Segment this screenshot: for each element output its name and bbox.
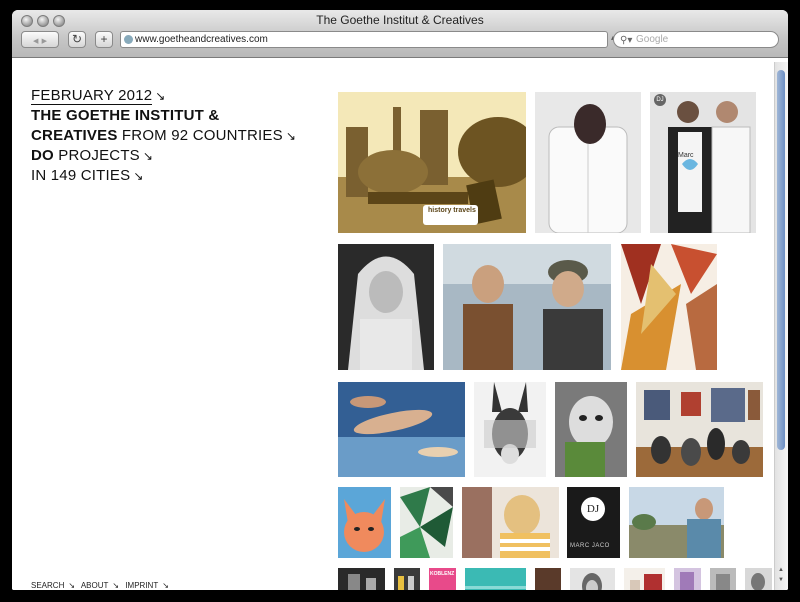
dj-book-logo: DJ — [581, 497, 605, 521]
dj-logo: DJ — [654, 94, 666, 106]
imprint-link[interactable]: IMPRINT — [125, 581, 162, 590]
date-link[interactable]: FEBRUARY 2012 ↘ — [31, 87, 166, 105]
reload-icon: ↻ — [71, 32, 83, 46]
address-bar[interactable]: www.goetheandcreatives.com — [120, 31, 608, 48]
projects-link[interactable]: PROJECTS ↘ — [58, 147, 153, 164]
tile-thumb-6[interactable] — [570, 568, 615, 590]
browser-window: The Goethe Institut & Creatives ◀ ▶ ↻ + … — [12, 10, 788, 590]
thumb-9-image — [710, 568, 736, 590]
back-arrow-icon[interactable]: ◀ — [33, 34, 38, 49]
tile-gallery-photo[interactable] — [636, 382, 763, 477]
headline: FEBRUARY 2012 ↘ THE GOETHE INSTITUT & CRE… — [31, 86, 296, 186]
donkey-photo — [474, 382, 546, 477]
dj-book-caption: MARC JACO — [570, 543, 610, 549]
geometric-artwork — [400, 487, 453, 558]
tile-children-photo[interactable] — [443, 244, 611, 370]
arrow-icon: ↘ — [112, 581, 120, 590]
tile-thumb-7[interactable] — [624, 568, 665, 590]
tile-thumb-10[interactable] — [745, 568, 772, 590]
field-photo — [629, 487, 724, 558]
thumb-10-image — [745, 568, 772, 590]
window-title: The Goethe Institut & Creatives — [316, 13, 484, 27]
tile-thumb-9[interactable] — [710, 568, 736, 590]
history-travels-label: history travels — [428, 207, 476, 214]
tile-child-photo[interactable] — [462, 487, 559, 558]
cat-illustration — [338, 487, 391, 558]
koblenz-label: KOBLENZ — [430, 571, 455, 577]
headline-line-4: DO PROJECTS ↘ — [31, 147, 154, 164]
tile-thumb-1[interactable] — [338, 568, 385, 590]
scroll-up-icon[interactable]: ▲ — [776, 566, 786, 574]
tile-halftone-face[interactable] — [555, 382, 627, 477]
underwater-photo — [338, 382, 465, 477]
tile-thumb-8[interactable] — [674, 568, 701, 590]
jacket-photo — [535, 92, 641, 233]
search-icon[interactable]: ⚲▾ — [620, 33, 632, 48]
title-bar: The Goethe Institut & Creatives ◀ ▶ ↻ + … — [12, 10, 788, 58]
collage-artwork — [621, 244, 717, 370]
tile-thumb-teal[interactable] — [465, 568, 526, 590]
scrollbar-thumb[interactable] — [777, 70, 785, 450]
back-forward-button[interactable]: ◀ ▶ — [21, 31, 59, 48]
scroll-down-icon[interactable]: ▼ — [776, 576, 786, 584]
url-text[interactable]: www.goetheandcreatives.com — [135, 34, 268, 45]
tile-history-travels[interactable]: history travels — [338, 92, 526, 233]
site-icon — [124, 35, 133, 44]
tile-green-geometric[interactable] — [400, 487, 453, 558]
tile-koblenz[interactable]: KOBLENZ — [429, 568, 456, 590]
arrow-icon: ↘ — [162, 581, 169, 590]
add-bookmark-button[interactable]: + — [95, 31, 113, 48]
bride-photo — [338, 244, 434, 370]
reload-button[interactable]: ↻ — [68, 31, 86, 48]
thumb-1-image — [338, 568, 385, 590]
tile-dj-book[interactable]: DJ MARC JACO — [567, 487, 620, 558]
tile-cat-illustration[interactable] — [338, 487, 391, 558]
gallery-photo — [636, 382, 763, 477]
tile-bride-portrait[interactable] — [338, 244, 434, 370]
child-photo — [462, 487, 559, 558]
search-link[interactable]: SEARCH — [31, 581, 68, 590]
tile-marc-photo[interactable]: DJ Marc — [650, 92, 756, 233]
thumb-6-image — [570, 568, 615, 590]
plus-icon: + — [100, 32, 108, 46]
thumb-8-image — [674, 568, 701, 590]
tile-underwater-photo[interactable] — [338, 382, 465, 477]
headline-line-2: THE GOETHE INSTITUT & — [31, 107, 220, 124]
about-link[interactable]: ABOUT — [81, 581, 113, 590]
thumb-7-image — [624, 568, 665, 590]
shirt-text: Marc — [678, 152, 694, 159]
page-content: FEBRUARY 2012 ↘ THE GOETHE INSTITUT & CRE… — [12, 58, 788, 590]
people-photo — [650, 92, 756, 233]
search-field[interactable]: ⚲▾ Google — [613, 31, 779, 48]
tile-field-photo[interactable] — [629, 487, 724, 558]
tile-abstract-collage[interactable] — [621, 244, 717, 370]
cities-link[interactable]: IN 149 CITIES ↘ — [31, 167, 144, 184]
forward-arrow-icon[interactable]: ▶ — [42, 34, 47, 49]
children-photo — [443, 244, 611, 370]
halftone-artwork — [555, 382, 627, 477]
headline-line-3: CREATIVES FROM 92 COUNTRIES ↘ — [31, 127, 297, 144]
tile-donkey-photo[interactable] — [474, 382, 546, 477]
arrow-icon: ↘ — [68, 581, 76, 590]
footer-links: SEARCH ↘ ABOUT ↘ IMPRINT ↘ — [31, 581, 173, 590]
tile-white-jacket[interactable] — [535, 92, 641, 233]
search-placeholder: Google — [636, 34, 669, 45]
tile-thumb-5[interactable] — [535, 568, 561, 590]
thumb-2-image — [394, 568, 420, 590]
countries-link[interactable]: FROM 92 COUNTRIES ↘ — [122, 127, 296, 144]
tile-thumb-2[interactable] — [394, 568, 420, 590]
thumb-teal-image — [465, 568, 526, 590]
